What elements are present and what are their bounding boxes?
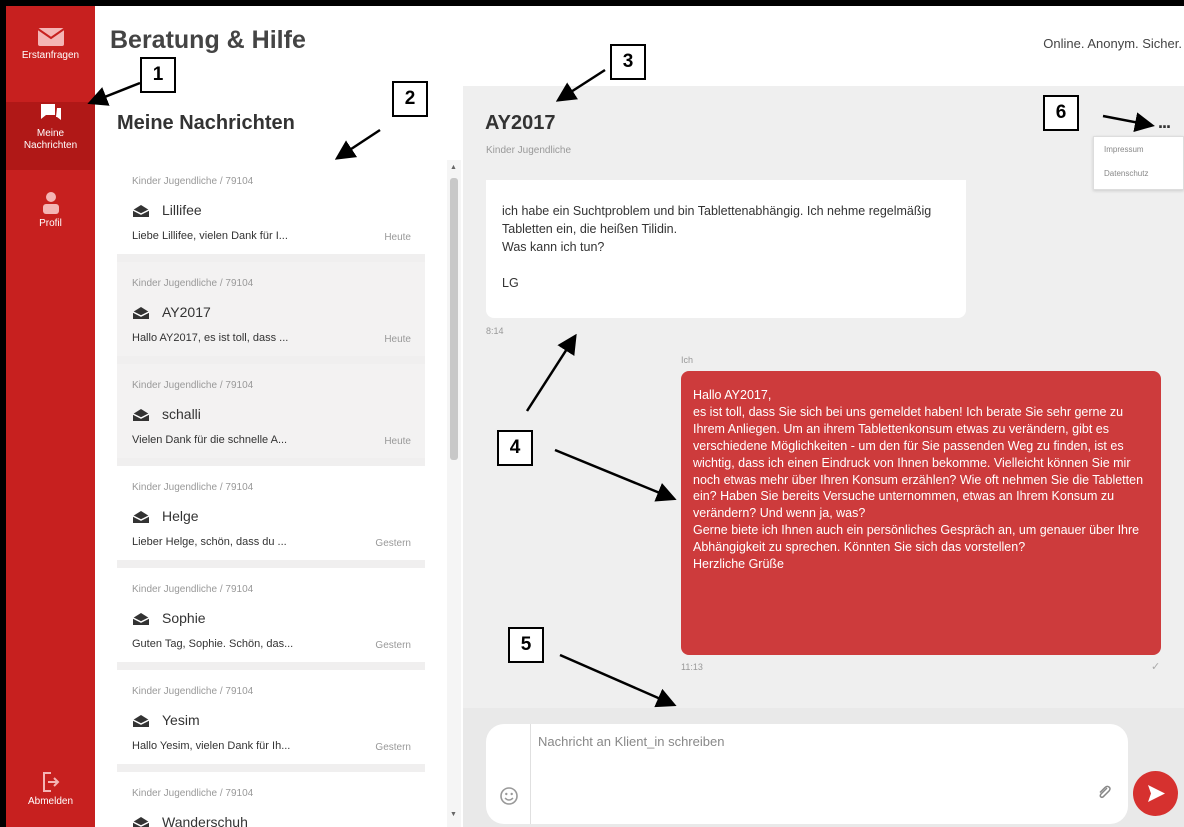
chat-bubbles-icon	[40, 104, 61, 120]
session-preview: Vielen Dank für die schnelle A...	[132, 434, 288, 446]
session-date: Heute	[384, 334, 411, 345]
send-arrow-icon	[1148, 785, 1165, 802]
message-text: Was kann ich tun?	[502, 240, 605, 254]
scroll-down-arrow-icon[interactable]: ▼	[450, 811, 457, 818]
session-date: Gestern	[375, 640, 411, 651]
session-preview: Hallo AY2017, es ist toll, dass ...	[132, 332, 289, 344]
session-item-yesim[interactable]: Kinder Jugendliche / 79104 Yesim Hallo Y…	[117, 670, 425, 768]
annotation-label-6: 6	[1043, 95, 1079, 131]
session-item-schalli[interactable]: Kinder Jugendliche / 79104 schalli Viele…	[117, 364, 425, 462]
envelope-icon	[37, 28, 64, 46]
app-title: Beratung & Hilfe	[110, 26, 306, 54]
sidebar-item-meine-nachrichten[interactable]: Meine Nachrichten	[6, 102, 95, 170]
message-author: Ich	[681, 355, 694, 365]
message-list-scrollbar[interactable]: ▲ ▼	[447, 160, 461, 827]
message-text: Hallo AY2017,	[693, 388, 772, 402]
open-envelope-icon	[132, 817, 150, 827]
session-name: Lillifee	[162, 202, 202, 218]
open-envelope-icon	[132, 205, 150, 217]
sidebar-item-label: Abmelden	[27, 796, 74, 807]
session-item-lillifee[interactable]: Kinder Jugendliche / 79104 Lillifee Lieb…	[117, 160, 425, 258]
message-time: 8:14	[486, 326, 504, 336]
session-name: Helge	[162, 508, 199, 524]
session-name: Yesim	[162, 712, 200, 728]
session-date: Heute	[384, 232, 411, 243]
read-check-icon: ✓	[1151, 661, 1161, 673]
message-text: LG	[502, 276, 519, 290]
sidebar-item-label: Profil	[39, 218, 62, 229]
session-name: Sophie	[162, 610, 206, 626]
incoming-message: ich habe ein Suchtproblem und bin Tablet…	[486, 180, 966, 318]
chat-subtitle: Kinder Jugendliche	[486, 145, 572, 156]
annotation-label-2: 2	[392, 81, 428, 117]
session-meta: Kinder Jugendliche / 79104	[132, 584, 254, 595]
session-name: Wanderschuh	[162, 814, 248, 827]
paperclip-icon[interactable]	[1096, 784, 1112, 800]
person-icon	[42, 192, 59, 214]
menu-item-datenschutz[interactable]: Datenschutz	[1094, 161, 1183, 185]
emoji-icon[interactable]	[500, 787, 518, 805]
open-envelope-icon	[132, 409, 150, 421]
more-options-button[interactable]: ...	[1158, 112, 1171, 133]
session-preview: Guten Tag, Sophie. Schön, das...	[132, 638, 294, 650]
session-meta: Kinder Jugendliche / 79104	[132, 686, 254, 697]
sidebar-item-label: Erstanfragen	[21, 50, 80, 61]
message-text: Gerne biete ich Ihnen auch ein persönlic…	[693, 523, 1140, 555]
open-envelope-icon	[132, 307, 150, 319]
session-name: schalli	[162, 406, 201, 422]
session-meta: Kinder Jugendliche / 79104	[132, 176, 254, 187]
open-envelope-icon	[132, 715, 150, 727]
message-text: ich habe ein Suchtproblem und bin Tablet…	[502, 204, 932, 236]
session-item-helge[interactable]: Kinder Jugendliche / 79104 Helge Lieber …	[117, 466, 425, 564]
more-options-menu: Impressum Datenschutz	[1093, 136, 1184, 190]
annotation-label-3: 3	[610, 44, 646, 80]
session-meta: Kinder Jugendliche / 79104	[132, 278, 254, 289]
scrollbar-thumb[interactable]	[450, 178, 458, 460]
annotation-label-4: 4	[497, 430, 533, 466]
sidebar-item-label: Meine Nachrichten	[23, 128, 78, 151]
session-meta: Kinder Jugendliche / 79104	[132, 482, 254, 493]
sidebar-item-erstanfragen[interactable]: Erstanfragen	[6, 28, 95, 62]
session-date: Gestern	[375, 742, 411, 753]
menu-item-impressum[interactable]: Impressum	[1094, 137, 1183, 161]
message-text: Herzliche Grüße	[693, 557, 784, 572]
open-envelope-icon	[132, 613, 150, 625]
sidebar-item-abmelden[interactable]: Abmelden	[6, 772, 95, 808]
sidebar: Erstanfragen Meine Nachrichten Profil Ab…	[6, 6, 95, 827]
session-preview: Hallo Yesim, vielen Dank für Ih...	[132, 740, 291, 752]
message-list-title: Meine Nachrichten	[117, 112, 295, 134]
frame-border-top	[0, 0, 1184, 6]
message-text: es ist toll, dass Sie sich bei uns gemel…	[693, 404, 1144, 521]
session-date: Gestern	[375, 538, 411, 549]
session-item-wanderschuh[interactable]: Kinder Jugendliche / 79104 Wanderschuh	[117, 772, 425, 827]
send-button[interactable]	[1133, 771, 1178, 816]
open-envelope-icon	[132, 511, 150, 523]
outgoing-message: Hallo AY2017, es ist toll, dass Sie sich…	[681, 371, 1161, 655]
session-item-sophie[interactable]: Kinder Jugendliche / 79104 Sophie Guten …	[117, 568, 425, 666]
message-composer	[486, 724, 1128, 824]
message-input[interactable]	[538, 734, 1078, 814]
session-meta: Kinder Jugendliche / 79104	[132, 380, 254, 391]
composer-divider	[530, 724, 531, 824]
sidebar-item-profil[interactable]: Profil	[6, 192, 95, 230]
session-meta: Kinder Jugendliche / 79104	[132, 788, 254, 799]
session-date: Heute	[384, 436, 411, 447]
session-name: AY2017	[162, 304, 211, 320]
annotation-label-5: 5	[508, 627, 544, 663]
scroll-up-arrow-icon[interactable]: ▲	[450, 164, 457, 171]
logout-icon	[42, 772, 59, 792]
annotation-label-1: 1	[140, 57, 176, 93]
session-item-ay2017[interactable]: Kinder Jugendliche / 79104 AY2017 Hallo …	[117, 262, 425, 360]
chat-title: AY2017	[485, 112, 556, 134]
session-preview: Liebe Lillifee, vielen Dank für I...	[132, 230, 288, 242]
app-claim: Online. Anonym. Sicher.	[1043, 36, 1182, 51]
session-preview: Lieber Helge, schön, dass du ...	[132, 536, 287, 548]
message-time: 11:13	[681, 662, 703, 672]
